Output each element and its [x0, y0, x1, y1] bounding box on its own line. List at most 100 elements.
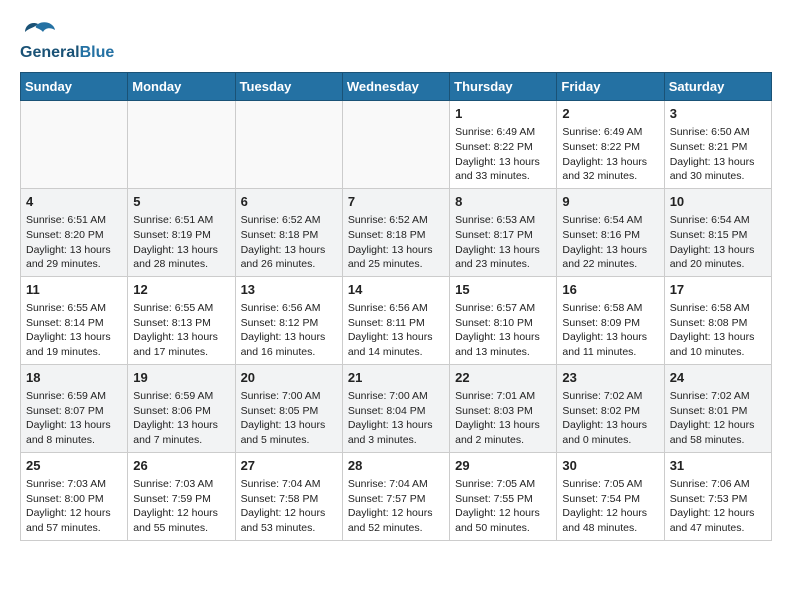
sunset-text: Sunset: 8:07 PM	[26, 405, 104, 417]
sunrise-text: Sunrise: 7:02 AM	[562, 390, 642, 402]
daylight-text: Daylight: 13 hours and 10 minutes.	[670, 331, 755, 358]
calendar-cell: 30Sunrise: 7:05 AMSunset: 7:54 PMDayligh…	[557, 452, 664, 540]
calendar-week-row: 18 Sunrise: 6:59 AM Sunset: 8:07 PM Dayligh…	[21, 364, 772, 452]
daylight-text: Daylight: 13 hours and 14 minutes.	[348, 331, 433, 358]
sunset-text: Sunset: 7:55 PM	[455, 493, 533, 505]
daylight-text: Daylight: 12 hours and 52 minutes.	[348, 507, 433, 534]
calendar-cell	[128, 101, 235, 189]
calendar-table: SundayMondayTuesdayWednesdayThursdayFrid…	[20, 72, 772, 541]
daylight-text: Daylight: 13 hours and 19 minutes.	[26, 331, 111, 358]
daylight-text: Daylight: 13 hours and 23 minutes.	[455, 244, 540, 271]
day-number: 7	[348, 193, 444, 211]
daylight-text: Daylight: 13 hours and 17 minutes.	[133, 331, 218, 358]
sunrise-text: Sunrise: 6:51 AM	[133, 214, 213, 226]
calendar-cell: 13Sunrise: 6:56 AMSunset: 8:12 PMDayligh…	[235, 276, 342, 364]
sunset-text: Sunset: 8:04 PM	[348, 405, 426, 417]
page-header: General Blue	[20, 20, 772, 62]
sunrise-text: Sunrise: 6:58 AM	[670, 302, 750, 314]
weekday-header-friday: Friday	[557, 73, 664, 101]
sunset-text: Sunset: 7:57 PM	[348, 493, 426, 505]
sunrise-text: Sunrise: 7:06 AM	[670, 478, 750, 490]
sunset-text: Sunset: 8:05 PM	[241, 405, 319, 417]
calendar-cell: 11Sunrise: 6:55 AMSunset: 8:14 PMDayligh…	[21, 276, 128, 364]
day-number: 11	[26, 281, 122, 299]
sunset-text: Sunset: 8:08 PM	[670, 317, 748, 329]
sunset-text: Sunset: 8:02 PM	[562, 405, 640, 417]
day-number: 3	[670, 105, 766, 123]
sunrise-text: Sunrise: 7:04 AM	[348, 478, 428, 490]
weekday-header-tuesday: Tuesday	[235, 73, 342, 101]
sunset-text: Sunset: 8:22 PM	[455, 141, 533, 153]
sunset-text: Sunset: 7:58 PM	[241, 493, 319, 505]
day-number: 23	[562, 369, 658, 387]
sunrise-text: Sunrise: 6:56 AM	[348, 302, 428, 314]
logo: General Blue	[20, 20, 114, 62]
daylight-text: Daylight: 12 hours and 57 minutes.	[26, 507, 111, 534]
day-number: 18	[26, 369, 122, 387]
calendar-cell: 20Sunrise: 7:00 AMSunset: 8:05 PMDayligh…	[235, 364, 342, 452]
daylight-text: Daylight: 13 hours and 16 minutes.	[241, 331, 326, 358]
day-number: 17	[670, 281, 766, 299]
calendar-cell: 12Sunrise: 6:55 AMSunset: 8:13 PMDayligh…	[128, 276, 235, 364]
day-number: 31	[670, 457, 766, 475]
daylight-text: Daylight: 13 hours and 33 minutes.	[455, 156, 540, 183]
sunset-text: Sunset: 7:53 PM	[670, 493, 748, 505]
calendar-cell: 10Sunrise: 6:54 AMSunset: 8:15 PMDayligh…	[664, 188, 771, 276]
daylight-text: Daylight: 13 hours and 26 minutes.	[241, 244, 326, 271]
sunrise-text: Sunrise: 7:03 AM	[26, 478, 106, 490]
day-number: 1	[455, 105, 551, 123]
sunset-text: Sunset: 8:20 PM	[26, 229, 104, 241]
day-number: 15	[455, 281, 551, 299]
daylight-text: Daylight: 13 hours and 11 minutes.	[562, 331, 647, 358]
sunrise-text: Sunrise: 6:55 AM	[133, 302, 213, 314]
weekday-header-row: SundayMondayTuesdayWednesdayThursdayFrid…	[21, 73, 772, 101]
calendar-cell	[235, 101, 342, 189]
sunset-text: Sunset: 8:18 PM	[241, 229, 319, 241]
calendar-cell: 15Sunrise: 6:57 AMSunset: 8:10 PMDayligh…	[450, 276, 557, 364]
calendar-cell: 1Sunrise: 6:49 AMSunset: 8:22 PMDaylight…	[450, 101, 557, 189]
sunrise-text: Sunrise: 6:59 AM	[133, 390, 213, 402]
daylight-text: Daylight: 13 hours and 13 minutes.	[455, 331, 540, 358]
calendar-cell: 9Sunrise: 6:54 AMSunset: 8:16 PMDaylight…	[557, 188, 664, 276]
calendar-cell: 14Sunrise: 6:56 AMSunset: 8:11 PMDayligh…	[342, 276, 449, 364]
day-number: 25	[26, 457, 122, 475]
daylight-text: Daylight: 12 hours and 50 minutes.	[455, 507, 540, 534]
daylight-text: Daylight: 13 hours and 2 minutes.	[455, 419, 540, 446]
calendar-cell: 8Sunrise: 6:53 AMSunset: 8:17 PMDaylight…	[450, 188, 557, 276]
day-number: 27	[241, 457, 337, 475]
sunset-text: Sunset: 8:10 PM	[455, 317, 533, 329]
daylight-text: Daylight: 12 hours and 48 minutes.	[562, 507, 647, 534]
sunrise-text: Sunrise: 6:55 AM	[26, 302, 106, 314]
sunrise-text: Sunrise: 6:54 AM	[562, 214, 642, 226]
sunrise-text: Sunrise: 6:50 AM	[670, 126, 750, 138]
day-number: 6	[241, 193, 337, 211]
daylight-text: Daylight: 12 hours and 53 minutes.	[241, 507, 326, 534]
sunrise-text: Sunrise: 6:52 AM	[241, 214, 321, 226]
calendar-cell: 27 Sunrise: 7:04 AM Sunset: 7:58 PM Dayligh…	[235, 452, 342, 540]
daylight-text: Daylight: 13 hours and 20 minutes.	[670, 244, 755, 271]
sunrise-text: Sunrise: 7:04 AM	[241, 478, 321, 490]
calendar-cell: 26Sunrise: 7:03 AMSunset: 7:59 PMDayligh…	[128, 452, 235, 540]
calendar-cell: 17 Sunrise: 6:58 AM Sunset: 8:08 PM Dayligh…	[664, 276, 771, 364]
logo: General Blue	[20, 20, 114, 62]
calendar-cell: 2Sunrise: 6:49 AMSunset: 8:22 PMDaylight…	[557, 101, 664, 189]
daylight-text: Daylight: 13 hours and 5 minutes.	[241, 419, 326, 446]
day-number: 24	[670, 369, 766, 387]
day-number: 9	[562, 193, 658, 211]
sunset-text: Sunset: 8:12 PM	[241, 317, 319, 329]
calendar-cell	[21, 101, 128, 189]
sunset-text: Sunset: 8:19 PM	[133, 229, 211, 241]
day-number: 19	[133, 369, 229, 387]
sunrise-text: Sunrise: 7:02 AM	[670, 390, 750, 402]
calendar-cell: 6 Sunrise: 6:52 AM Sunset: 8:18 PM Daylight…	[235, 188, 342, 276]
sunrise-text: Sunrise: 6:59 AM	[26, 390, 106, 402]
sunrise-text: Sunrise: 6:52 AM	[348, 214, 428, 226]
sunset-text: Sunset: 8:06 PM	[133, 405, 211, 417]
day-number: 16	[562, 281, 658, 299]
calendar-cell: 28 Sunrise: 7:04 AM Sunset: 7:57 PM Dayligh…	[342, 452, 449, 540]
daylight-text: Daylight: 12 hours and 58 minutes.	[670, 419, 755, 446]
day-number: 21	[348, 369, 444, 387]
day-number: 22	[455, 369, 551, 387]
calendar-cell: 7Sunrise: 6:52 AMSunset: 8:18 PMDaylight…	[342, 188, 449, 276]
day-number: 28	[348, 457, 444, 475]
